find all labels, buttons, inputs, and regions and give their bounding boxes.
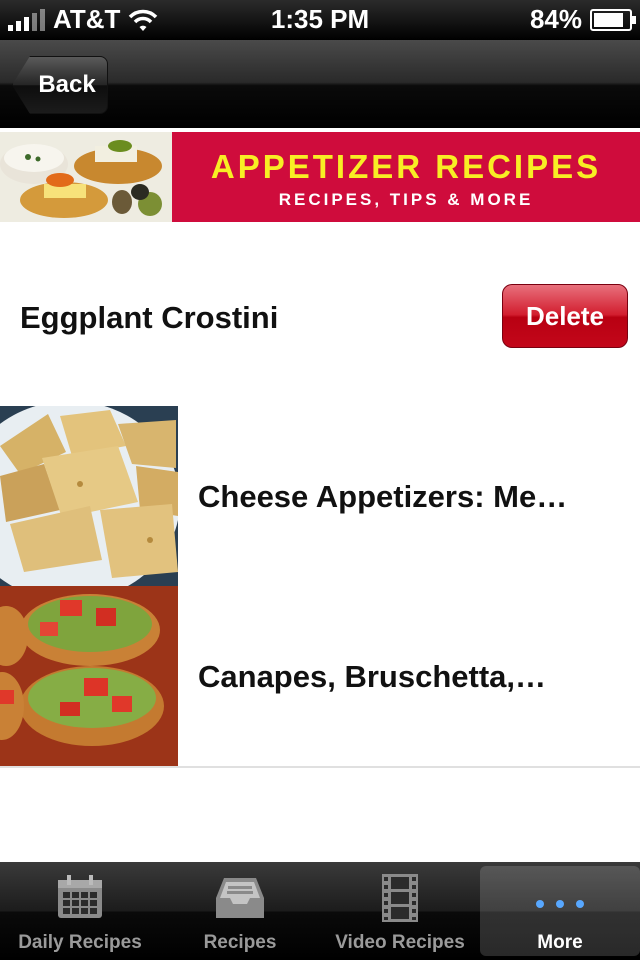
battery-icon bbox=[590, 8, 636, 31]
inbox-tray-icon bbox=[216, 878, 264, 918]
recipe-title: Cheese Appetizers: Me… bbox=[198, 479, 568, 514]
tab-more[interactable]: More bbox=[480, 866, 640, 956]
more-dots-icon bbox=[536, 900, 584, 908]
banner-title: APPETIZER RECIPES bbox=[210, 148, 602, 185]
navigation-bar: Back bbox=[0, 40, 640, 129]
banner-subtitle: RECIPES, TIPS & MORE bbox=[278, 190, 534, 209]
app-banner: APPETIZER RECIPES RECIPES, TIPS & MORE bbox=[0, 128, 640, 222]
recipe-title: Canapes, Bruschetta,… bbox=[198, 659, 546, 694]
battery-percent: 84% bbox=[529, 4, 582, 34]
status-bar: AT&T 1:35 PM 84% bbox=[0, 0, 640, 40]
tab-bar: Daily Recipes Recipes Video Recipes More bbox=[0, 862, 640, 960]
delete-button[interactable]: Delete bbox=[502, 284, 628, 348]
recipe-title: Eggplant Crostini bbox=[20, 300, 279, 335]
fried-pastry-thumbnail bbox=[0, 406, 178, 586]
tab-label: Video Recipes bbox=[335, 932, 465, 953]
battery-indicator: 84% bbox=[529, 4, 636, 35]
tab-video-recipes[interactable]: Video Recipes bbox=[320, 862, 480, 960]
list-item[interactable]: Canapes, Bruschetta,… bbox=[0, 586, 640, 768]
calendar-icon bbox=[58, 875, 102, 918]
banner-title-block: APPETIZER RECIPES RECIPES, TIPS & MORE bbox=[172, 132, 640, 222]
back-button[interactable]: Back bbox=[12, 56, 108, 114]
film-strip-icon bbox=[382, 874, 418, 922]
list-item[interactable]: Eggplant Crostini Delete bbox=[0, 222, 640, 408]
appetizer-banner-photo bbox=[0, 132, 172, 222]
tab-label: Daily Recipes bbox=[18, 932, 142, 953]
bruschetta-thumbnail bbox=[0, 586, 178, 766]
tab-daily-recipes[interactable]: Daily Recipes bbox=[0, 862, 160, 960]
list-item[interactable]: Cheese Appetizers: Me… bbox=[0, 406, 640, 588]
tab-label: More bbox=[537, 932, 583, 953]
tab-recipes[interactable]: Recipes bbox=[160, 862, 320, 960]
tab-label: Recipes bbox=[203, 932, 277, 953]
